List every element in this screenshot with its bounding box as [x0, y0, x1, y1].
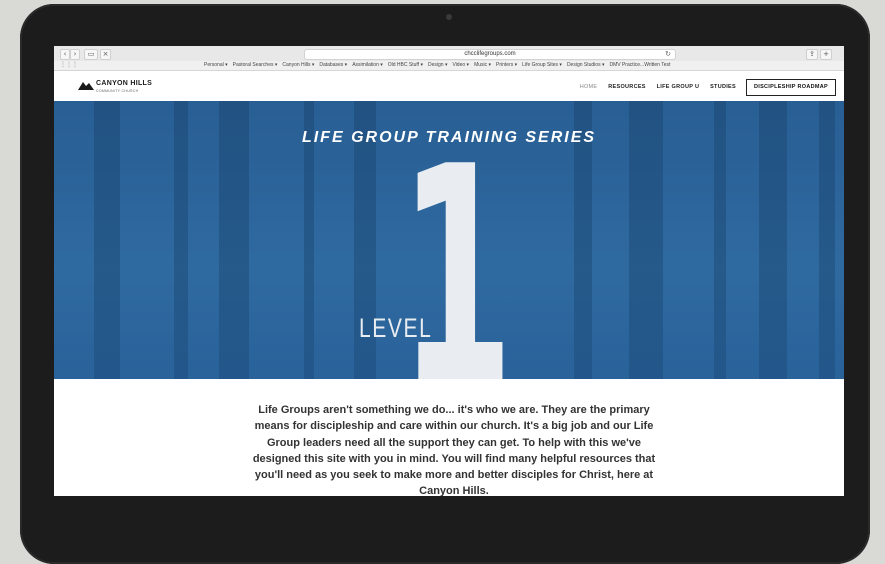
main-nav: HOME RESOURCES LIFE GROUP U STUDIES	[571, 84, 736, 90]
nav-life-group-u[interactable]: LIFE GROUP U	[657, 84, 700, 90]
browser-screen: ‹ › ▭ × chcclifegroups.com ↻ ⇪ + ⋮⋮⋮ Per…	[54, 46, 844, 496]
reload-icon[interactable]: ↻	[665, 50, 671, 59]
bookmark-item[interactable]: Life Group Sites ▾	[522, 62, 562, 68]
mountain-logo-icon[interactable]	[78, 81, 94, 90]
bookmark-item[interactable]: DMV Practice...Written Test	[609, 62, 670, 68]
bookmark-item[interactable]: Personal ▾	[204, 62, 228, 68]
level-number: 1	[399, 103, 514, 380]
bookmark-item[interactable]: Pastoral Searches ▾	[233, 62, 278, 68]
bookmark-item[interactable]: Assimilation ▾	[352, 62, 383, 68]
bookmark-item[interactable]: Music ▾	[474, 62, 491, 68]
hero-banner: LIFE GROUP TRAINING SERIES 1 LEVEL	[54, 101, 844, 379]
intro-paragraph: Life Groups aren't something we do... it…	[252, 404, 656, 496]
bookmark-item[interactable]: Design Studios ▾	[567, 62, 605, 68]
nav-studies[interactable]: STUDIES	[710, 84, 736, 90]
logo-subtitle: COMMUNITY CHURCH	[96, 89, 139, 93]
address-bar[interactable]: chcclifegroups.com ↻	[304, 49, 676, 60]
nav-resources[interactable]: RESOURCES	[608, 84, 646, 90]
url-text: chcclifegroups.com	[464, 51, 516, 57]
bookmark-list: Personal ▾ Pastoral Searches ▾ Canyon Hill…	[204, 61, 675, 70]
bookmarks-bar: ⋮⋮⋮ Personal ▾ Pastoral Searches ▾ Canyon …	[54, 61, 844, 71]
close-tab-icon[interactable]: ×	[100, 49, 111, 60]
discipleship-roadmap-button[interactable]: DISCIPLESHIP ROADMAP	[746, 79, 836, 96]
bookmark-item[interactable]: Video ▾	[452, 62, 469, 68]
site-header: CANYON HILLS COMMUNITY CHURCH HOME RESOU…	[54, 71, 844, 102]
nav-home[interactable]: HOME	[580, 84, 598, 90]
level-label: LEVEL	[359, 313, 433, 343]
browser-titlebar: ‹ › ▭ × chcclifegroups.com ↻ ⇪ +	[54, 46, 844, 62]
new-tab-icon[interactable]: +	[820, 49, 832, 60]
forward-button[interactable]: ›	[70, 49, 80, 60]
share-icon[interactable]: ⇪	[806, 49, 818, 60]
bookmark-item[interactable]: Design ▾	[428, 62, 447, 68]
bookmark-item[interactable]: Databases ▾	[319, 62, 347, 68]
bookmark-item[interactable]: Old HBC Stuff ▾	[388, 62, 423, 68]
sidebar-toggle-icon[interactable]: ▭	[84, 49, 98, 60]
camera-icon	[446, 14, 452, 20]
grid-icon[interactable]: ⋮⋮⋮	[60, 61, 78, 70]
back-button[interactable]: ‹	[60, 49, 70, 60]
bookmark-item[interactable]: Canyon Hills ▾	[282, 62, 314, 68]
logo-name[interactable]: CANYON HILLS	[96, 80, 152, 87]
bookmark-item[interactable]: Printers ▾	[496, 62, 517, 68]
